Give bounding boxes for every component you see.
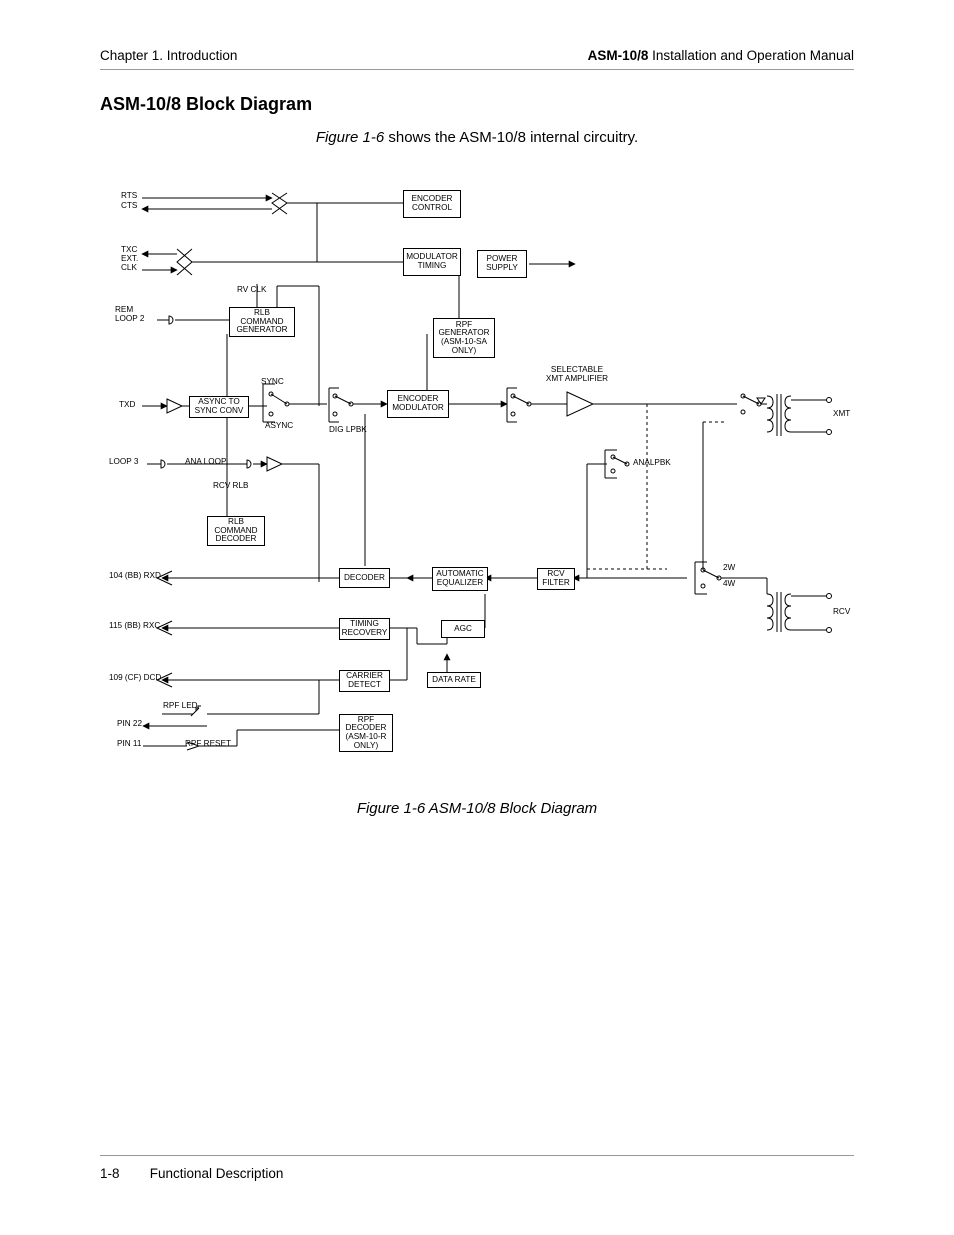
block-diagram: ENCODERCONTROL MODULATORTIMING POWERSUPP… xyxy=(107,174,847,782)
block-decoder: DECODER xyxy=(339,568,390,588)
label-txd: TXD xyxy=(119,401,135,410)
running-footer: 1-8 Functional Description xyxy=(100,1155,854,1181)
label-rem-loop2: REMLOOP 2 xyxy=(115,306,155,323)
label-ana-loop: ANA LOOP xyxy=(185,458,226,467)
label-sync: SYNC xyxy=(261,378,284,387)
label-rv-clk: RV CLK xyxy=(237,286,266,295)
block-agc: AGC xyxy=(441,620,485,638)
block-rlb-cmd-generator: RLBCOMMANDGENERATOR xyxy=(229,307,295,337)
section-heading: ASM-10/8 Block Diagram xyxy=(100,94,854,115)
page-number: 1-8 xyxy=(100,1166,146,1181)
block-carrier-detect: CARRIERDETECT xyxy=(339,670,390,692)
block-rpf-generator: RPFGENERATOR(ASM-10-SAONLY) xyxy=(433,318,495,358)
block-rpf-decoder: RPFDECODER(ASM-10-RONLY) xyxy=(339,714,393,752)
label-dig-lpbk: DIG LPBK xyxy=(329,426,367,435)
label-async: ASYNC xyxy=(265,422,293,431)
block-encoder-modulator: ENCODERMODULATOR xyxy=(387,390,449,418)
label-rts: RTS xyxy=(121,192,137,201)
label-pin22: PIN 22 xyxy=(117,720,142,729)
label-sel-xmt-amp: SELECTABLEXMT AMPLIFIER xyxy=(537,366,617,383)
block-async-sync: ASYNC TOSYNC CONV xyxy=(189,396,249,418)
block-auto-equalizer: AUTOMATICEQUALIZER xyxy=(432,567,488,591)
block-power-supply: POWERSUPPLY xyxy=(477,250,527,278)
label-rxd: 104 (BB) RXD xyxy=(109,572,161,581)
label-rpf-led: RPF LED xyxy=(163,702,198,711)
intro-text: Figure 1-6 shows the ASM-10/8 internal c… xyxy=(100,129,854,146)
label-rcv-rlb: RCV RLB xyxy=(213,482,249,491)
figure-caption: Figure 1-6 ASM-10/8 Block Diagram xyxy=(100,800,854,817)
header-right: ASM-10/8 Installation and Operation Manu… xyxy=(588,48,854,63)
running-header: Chapter 1. Introduction ASM-10/8 Install… xyxy=(100,48,854,70)
block-data-rate: DATA RATE xyxy=(427,672,481,688)
label-cts: CTS xyxy=(121,202,137,211)
label-clk: CLK xyxy=(121,264,137,273)
label-rxc: 115 (BB) RXC xyxy=(109,622,160,631)
footer-section: Functional Description xyxy=(150,1166,284,1181)
block-rcv-filter: RCVFILTER xyxy=(537,568,575,590)
label-4w: 4W xyxy=(723,580,735,589)
label-2w: 2W xyxy=(723,564,735,573)
label-loop3: LOOP 3 xyxy=(109,458,138,467)
label-rcv: RCV xyxy=(833,608,850,617)
label-dcd: 109 (CF) DCD xyxy=(109,674,161,683)
block-encoder-control: ENCODERCONTROL xyxy=(403,190,461,218)
label-analpbk: ANALPBK xyxy=(633,459,671,468)
block-rlb-cmd-decoder: RLBCOMMANDDECODER xyxy=(207,516,265,546)
label-pin11: PIN 11 xyxy=(117,740,141,749)
block-modulator-timing: MODULATORTIMING xyxy=(403,248,461,276)
header-left: Chapter 1. Introduction xyxy=(100,48,237,63)
label-xmt: XMT xyxy=(833,410,850,419)
label-rpf-reset: RPF RESET xyxy=(185,740,231,749)
block-timing-recovery: TIMINGRECOVERY xyxy=(339,618,390,640)
